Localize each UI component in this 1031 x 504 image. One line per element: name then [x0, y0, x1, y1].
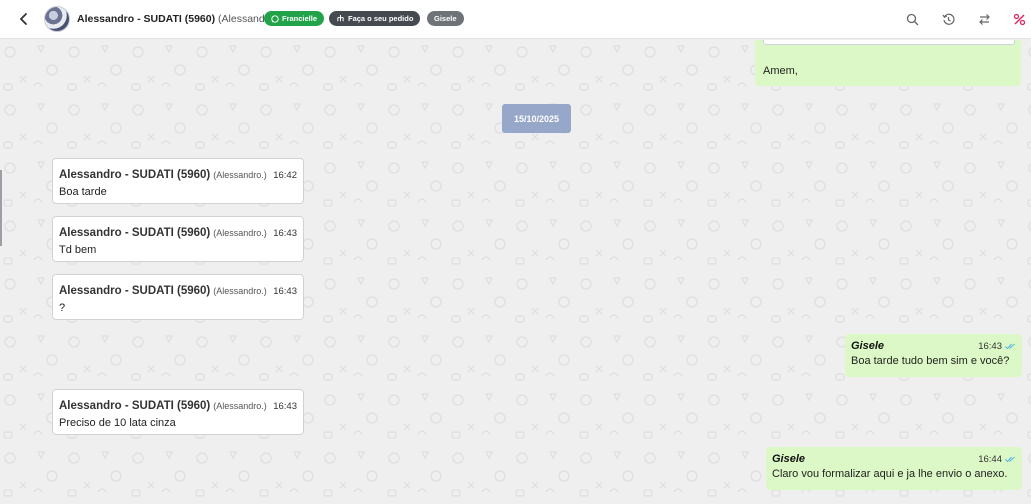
message-author: Gisele: [772, 453, 806, 465]
back-arrow-icon[interactable]: [15, 10, 33, 28]
tag-gisele[interactable]: Gisele: [427, 11, 464, 26]
contact-name[interactable]: Alessandro - SUDATI (5960) (Alessandro.): [77, 13, 280, 25]
message-incoming[interactable]: Alessandro - SUDATI (5960) (Alessandro.) …: [52, 389, 304, 435]
message-author: Alessandro - SUDATI (5960): [59, 169, 211, 181]
tag-label: Gisele: [434, 14, 457, 23]
message-text: ?: [59, 302, 66, 314]
message-time: 16:43: [273, 286, 297, 297]
message-author-sub: (Alessandro.): [213, 286, 267, 296]
contact-name-text: Alessandro - SUDATI (5960): [77, 13, 216, 25]
message-incoming[interactable]: Alessandro - SUDATI (5960) (Alessandro.) …: [52, 274, 304, 320]
message-text: Claro vou formalizar aqui e ja lhe envio…: [772, 468, 1008, 480]
message-time: 16:43: [273, 401, 297, 412]
tag-francielle[interactable]: Francielle: [264, 11, 325, 26]
message-time: 16:43: [978, 341, 1002, 352]
tag-faca-pedido[interactable]: Faça o seu pedido: [329, 11, 421, 26]
message-text: Boa tarde tudo bem sim e você?: [851, 355, 1010, 367]
message-text: Td bem: [59, 244, 97, 256]
hierarchy-icon: [337, 14, 344, 21]
history-icon[interactable]: [940, 11, 956, 27]
message-text: Boa tarde: [59, 186, 107, 198]
tag-label: Faça o seu pedido: [348, 14, 414, 23]
message-incoming[interactable]: Alessandro - SUDATI (5960) (Alessandro.) …: [52, 158, 304, 204]
message-author-sub: (Alessandro.): [213, 228, 267, 238]
message-author: Alessandro - SUDATI (5960): [59, 227, 211, 239]
message-outgoing[interactable]: Gisele 16:44 Claro vou formalizar aqui e…: [766, 447, 1022, 490]
avatar[interactable]: [44, 6, 70, 32]
whatsapp-icon: [271, 14, 279, 23]
double-check-icon: [1005, 343, 1015, 350]
message-text: Preciso de 10 lata cinza: [59, 417, 176, 429]
percent-icon[interactable]: [1011, 11, 1027, 27]
message-incoming[interactable]: Alessandro - SUDATI (5960) (Alessandro.) …: [52, 216, 304, 262]
chat-area: Amem, 15/10/2025 Alessandro - SUDATI (59…: [0, 40, 1031, 504]
quoted-message: [763, 40, 1015, 45]
message-author: Alessandro - SUDATI (5960): [59, 285, 211, 297]
message-text: Amem,: [763, 65, 798, 77]
tag-label: Francielle: [282, 14, 318, 23]
search-icon[interactable]: [904, 11, 920, 27]
message-author-sub: (Alessandro.): [213, 170, 267, 180]
transfer-icon[interactable]: [976, 11, 992, 27]
message-time: 16:43: [273, 228, 297, 239]
chat-header: Alessandro - SUDATI (5960) (Alessandro.)…: [0, 0, 1031, 39]
date-separator: 15/10/2025: [502, 104, 571, 133]
message-time: 16:44: [978, 454, 1002, 465]
message-author: Gisele: [851, 340, 885, 352]
double-check-icon: [1005, 456, 1015, 463]
message-author-sub: (Alessandro.): [213, 401, 267, 411]
message-outgoing[interactable]: Gisele 16:43 Boa tarde tudo bem sim e vo…: [845, 334, 1022, 377]
message-outgoing-previous[interactable]: Amem,: [755, 40, 1021, 86]
message-time: 16:42: [273, 170, 297, 181]
message-author: Alessandro - SUDATI (5960): [59, 400, 211, 412]
